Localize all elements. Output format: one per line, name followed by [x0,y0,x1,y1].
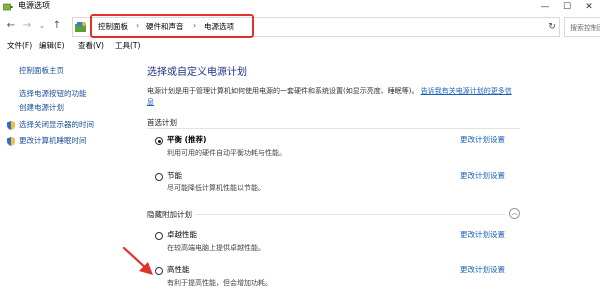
plan-power-saver-name: 节能 [167,171,182,180]
menu-bar: 文件(F) 编辑(E) 查看(V) 工具(T) [0,40,600,52]
forward-arrow-icon[interactable]: → [20,19,34,33]
plan-balanced-change-link[interactable]: 更改计划设置 [460,135,505,145]
section-divider [147,128,520,129]
page-description: 电源计划是用于管理计算机如何使用电源的一套硬件和系统设置(如显示亮度、睡眠等)。… [147,86,517,108]
up-arrow-icon[interactable]: ↑ [50,19,64,33]
search-placeholder: 搜索控制面 [570,24,600,32]
breadcrumb-hardware-sound[interactable]: 硬件和声音 [146,22,184,31]
breadcrumb: 控制面板 › 硬件和声音 › 电源选项 [90,14,254,38]
plan-power-saver-desc: 尽可能降低计算机性能以节能。 [167,184,265,192]
window-title: 电源选项 [18,1,50,10]
title-bar: 电源选项 — ☐ ✕ [0,0,600,14]
power-options-icon [3,3,13,11]
collapse-chevron-icon[interactable]: ︿ [509,208,520,219]
plan-ultimate-change-link[interactable]: 更改计划设置 [460,230,505,240]
section-divider [195,214,505,215]
minimize-button[interactable]: — [534,0,556,14]
plan-high-performance-change-link[interactable]: 更改计划设置 [460,265,505,275]
close-button[interactable]: ✕ [578,0,600,14]
plan-balanced-name: 平衡 (推荐) [167,135,207,144]
breadcrumb-power-options[interactable]: 电源选项 [204,22,234,31]
menu-file[interactable]: 文件(F) [7,41,32,51]
description-text: 电源计划是用于管理计算机如何使用电源的一套硬件和系统设置(如显示亮度、睡眠等)。 [147,87,419,95]
plan-high-performance-name: 高性能 [167,265,190,274]
menu-tools[interactable]: 工具(T) [115,41,140,51]
plan-balanced-desc: 利用可用的硬件自动平衡功耗与性能。 [167,149,286,157]
search-input[interactable]: 搜索控制面 [564,17,600,37]
menu-view[interactable]: 查看(V) [78,41,104,51]
shield-icon [7,137,15,146]
preferred-plans-header: 首选计划 [147,118,177,127]
recent-dropdown-icon[interactable]: ⌄ [35,19,49,33]
maximize-button[interactable]: ☐ [556,0,578,14]
annotation-arrow-icon [122,246,153,275]
plan-ultimate-desc: 在较高端电脑上提供卓越性能。 [167,244,265,252]
sidebar-item-display-off[interactable]: 选择关闭显示器的时间 [19,120,94,130]
hidden-plans-header[interactable]: 隐藏附加计划 [147,210,192,220]
plan-power-saver-change-link[interactable]: 更改计划设置 [460,171,505,181]
plan-power-saver-radio[interactable] [155,173,163,181]
breadcrumb-separator: › [193,21,197,30]
refresh-icon[interactable]: ↻ [546,21,558,33]
control-panel-folder-icon [75,22,86,32]
breadcrumb-control-panel[interactable]: 控制面板 [98,22,128,31]
sidebar-item-control-panel-home[interactable]: 控制面板主页 [19,66,64,76]
sidebar-item-sleep-time[interactable]: 更改计算机睡眠时间 [19,136,87,146]
breadcrumb-separator: › [136,21,140,30]
plan-high-performance-desc: 有利于提高性能，但会增加功耗。 [167,279,272,287]
back-arrow-icon[interactable]: ← [4,19,18,33]
plan-ultimate-name: 卓越性能 [167,230,197,239]
sidebar-item-create-plan[interactable]: 创建电源计划 [19,103,64,113]
sidebar-item-power-buttons[interactable]: 选择电源按钮的功能 [19,89,87,99]
shield-icon [7,121,15,130]
plan-balanced-radio[interactable] [155,137,163,145]
page-title: 选择或自定义电源计划 [147,67,247,78]
plan-ultimate-radio[interactable] [155,232,163,240]
menu-edit[interactable]: 编辑(E) [39,41,65,51]
